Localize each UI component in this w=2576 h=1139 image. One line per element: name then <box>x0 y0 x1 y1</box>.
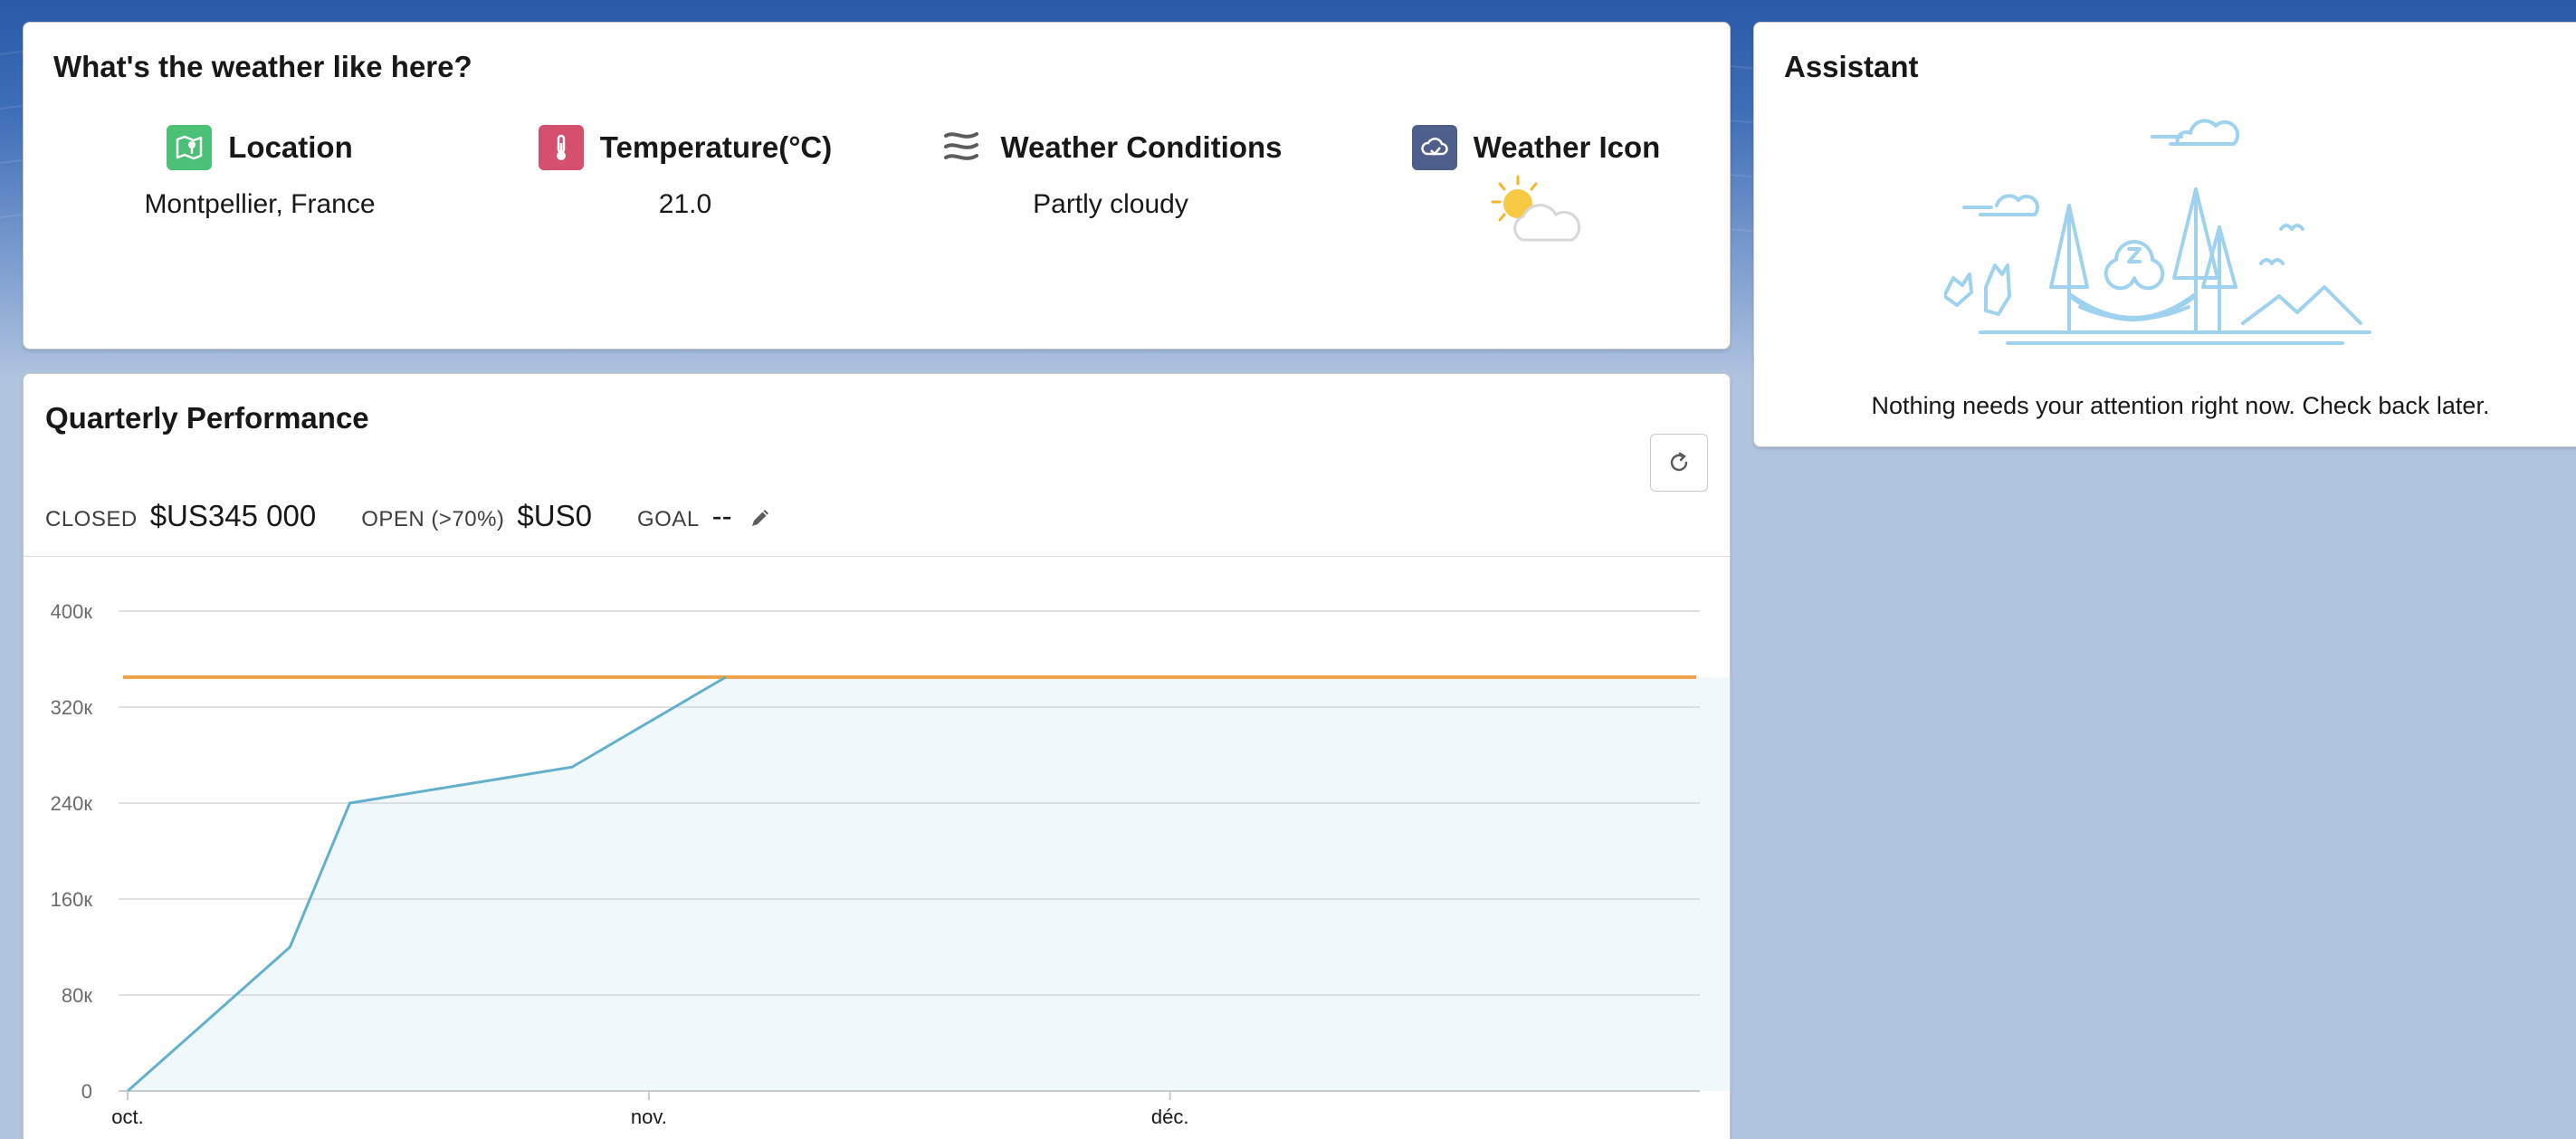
edit-goal-button[interactable] <box>749 506 772 530</box>
refresh-button[interactable] <box>1650 434 1708 492</box>
x-tick-label: déc. <box>1151 1106 1189 1128</box>
conditions-label: Weather Conditions <box>1000 130 1283 164</box>
weather-icon-label: Weather Icon <box>1473 130 1661 164</box>
location-label: Location <box>228 130 353 164</box>
performance-chart: 0 80к 160к 240к 320к 400к oct. nov. déc. <box>51 600 1732 1128</box>
closed-value: $US345 000 <box>149 499 317 532</box>
y-tick-label: 240к <box>51 792 93 815</box>
y-tick-label: 0 <box>81 1080 92 1103</box>
weather-card: What's the weather like here? Location M… <box>23 22 1731 349</box>
series-area <box>128 676 1732 1091</box>
metrics-row: CLOSED $US345 000 OPEN (>70%) $US0 GOAL … <box>45 499 772 544</box>
x-tick-label: oct. <box>111 1106 143 1128</box>
closed-label: CLOSED <box>45 507 138 531</box>
map-icon <box>167 125 213 170</box>
refresh-icon <box>1670 452 1688 472</box>
y-tick-label: 80к <box>62 984 92 1007</box>
y-tick-label: 160к <box>51 888 93 911</box>
goal-label: GOAL <box>636 507 700 531</box>
performance-card-title: Quarterly Performance <box>45 401 369 435</box>
temperature-value: 21.0 <box>658 189 712 219</box>
wind-icon <box>939 125 984 170</box>
weather-column-location: Location Montpellier, France <box>47 124 472 220</box>
thermometer-icon <box>538 125 584 170</box>
assistant-card: Assistant Nothing needs your attention r… <box>1753 22 2576 447</box>
cloud-icon <box>1411 125 1457 170</box>
open-label: OPEN (>70%) <box>361 507 505 531</box>
assistant-empty-message: Nothing needs your attention right now. … <box>1871 392 2490 419</box>
weather-column-icon: Weather Icon <box>1323 124 1749 253</box>
pencil-icon <box>751 510 768 526</box>
weather-card-title: What's the weather like here? <box>53 50 472 83</box>
assistant-card-title: Assistant <box>1784 50 1919 83</box>
open-value: $US0 <box>517 499 592 532</box>
empty-state-illustration <box>1944 119 2371 345</box>
weather-column-conditions: Weather Conditions Partly cloudy <box>898 124 1323 220</box>
conditions-value: Partly cloudy <box>1033 189 1188 219</box>
x-tick-label: nov. <box>631 1106 667 1128</box>
quarterly-performance-card: Quarterly Performance CLOSED $US345 000 … <box>23 373 1732 1139</box>
weather-column-temperature: Temperature(°C) 21.0 <box>472 124 898 220</box>
goal-value: -- <box>711 499 732 532</box>
location-value: Montpellier, France <box>144 189 376 219</box>
temperature-label: Temperature(°C) <box>599 130 833 164</box>
y-tick-label: 400к <box>51 600 93 623</box>
partly-cloudy-icon <box>1491 175 1581 242</box>
y-tick-label: 320к <box>51 696 93 719</box>
